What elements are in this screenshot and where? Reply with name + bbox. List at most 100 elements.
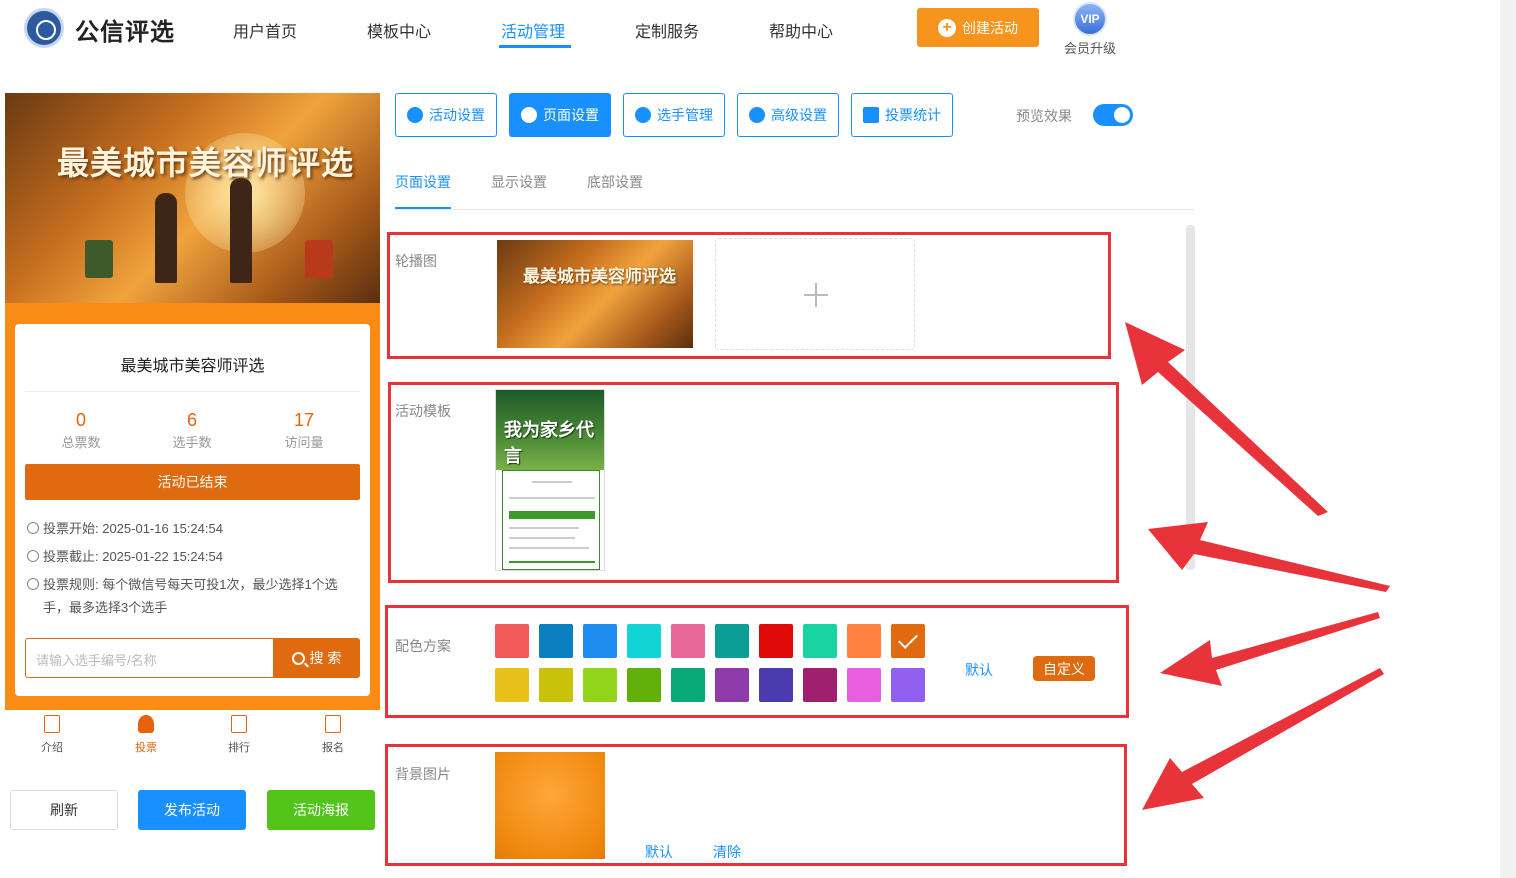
color-swatch[interactable] bbox=[715, 624, 749, 658]
tab-vote-statistics[interactable]: 投票统计 bbox=[851, 93, 953, 137]
search-button-label: 搜 索 bbox=[309, 650, 342, 666]
background-image[interactable] bbox=[495, 752, 605, 859]
vote-start-row: 投票开始: 2025-01-16 15:24:54 bbox=[27, 517, 223, 540]
vote-end-row: 投票截止: 2025-01-22 15:24:54 bbox=[27, 545, 223, 568]
tab-contestant-management[interactable]: 选手管理 bbox=[623, 93, 725, 137]
preview-effect-label: 预览效果 bbox=[1016, 108, 1072, 124]
contestant-search-input[interactable]: 请输入选手编号/名称 bbox=[25, 638, 275, 678]
check-icon bbox=[898, 629, 918, 649]
search-icon bbox=[291, 651, 305, 665]
contestants-value: 6 bbox=[186, 410, 197, 430]
color-swatch[interactable] bbox=[847, 668, 881, 702]
preview-effect-toggle[interactable] bbox=[1093, 104, 1133, 126]
total-votes-value: 0 bbox=[75, 410, 86, 430]
bar-chart-icon bbox=[863, 107, 879, 123]
subtab-active-indicator bbox=[395, 207, 451, 209]
search-button[interactable]: 搜 索 bbox=[273, 638, 360, 678]
nav-user-home[interactable]: 用户首页 bbox=[233, 18, 297, 42]
tab-signup-label: 报名 bbox=[322, 742, 344, 754]
color-swatch[interactable] bbox=[803, 668, 837, 702]
info-icon bbox=[27, 578, 39, 590]
template-label: 活动模板 bbox=[395, 403, 451, 419]
settings-scrollbar[interactable] bbox=[1186, 225, 1195, 570]
signup-icon bbox=[325, 715, 341, 733]
color-swatch[interactable] bbox=[539, 624, 573, 658]
subtab-page-settings[interactable]: 页面设置 bbox=[395, 172, 451, 192]
color-swatch[interactable] bbox=[715, 668, 749, 702]
color-swatch[interactable] bbox=[627, 624, 661, 658]
activity-poster-button[interactable]: 活动海报 bbox=[267, 790, 375, 830]
color-custom-button[interactable]: 自定义 bbox=[1033, 656, 1095, 681]
activity-title: 最美城市美容师评选 bbox=[120, 358, 265, 375]
page-scrollbar[interactable] bbox=[1500, 0, 1516, 878]
color-swatch[interactable] bbox=[495, 668, 529, 702]
star-icon bbox=[407, 107, 423, 123]
nav-help-center[interactable]: 帮助中心 bbox=[769, 18, 833, 42]
color-swatch[interactable] bbox=[583, 668, 617, 702]
users-icon bbox=[635, 107, 651, 123]
carousel-image[interactable]: 最美城市美容师评选 bbox=[497, 240, 693, 348]
ranking-icon bbox=[231, 715, 247, 733]
color-swatch[interactable] bbox=[583, 624, 617, 658]
color-swatch[interactable] bbox=[539, 668, 573, 702]
color-swatch[interactable] bbox=[759, 624, 793, 658]
background-default-link[interactable]: 默认 bbox=[645, 842, 673, 862]
vip-icon[interactable]: VIP bbox=[1073, 2, 1107, 36]
visits-label: 访问量 bbox=[284, 435, 324, 450]
tab-page-settings-label: 页面设置 bbox=[543, 107, 599, 123]
tab-advanced-settings[interactable]: 高级设置 bbox=[737, 93, 839, 137]
vote-rule-text: 投票规则: 每个微信号每天可投1次，最少选择1个选手，最多选择3个选手 bbox=[43, 577, 338, 615]
subtab-footer-settings[interactable]: 底部设置 bbox=[587, 172, 643, 192]
contestants-label: 选手数 bbox=[172, 435, 212, 450]
divider bbox=[25, 391, 360, 392]
color-default-link[interactable]: 默认 bbox=[965, 660, 993, 680]
add-carousel-button[interactable] bbox=[715, 238, 915, 350]
template-thumbnail[interactable]: 我为家乡代言 bbox=[495, 389, 605, 571]
member-upgrade-link[interactable]: 会员升级 bbox=[1064, 38, 1116, 57]
plus-icon: + bbox=[938, 18, 956, 37]
publish-activity-button[interactable]: 发布活动 bbox=[138, 790, 246, 830]
background-image-label: 背景图片 bbox=[395, 766, 451, 782]
vote-start-text: 投票开始: 2025-01-16 15:24:54 bbox=[43, 521, 223, 536]
color-swatch[interactable] bbox=[495, 624, 529, 658]
color-swatch[interactable] bbox=[891, 668, 925, 702]
refresh-button[interactable]: 刷新 bbox=[10, 790, 118, 830]
color-swatch[interactable] bbox=[759, 668, 793, 702]
tab-activity-settings[interactable]: 活动设置 bbox=[395, 93, 497, 137]
nav-activity-management[interactable]: 活动管理 bbox=[501, 18, 565, 42]
visits-value: 17 bbox=[293, 410, 315, 430]
tab-page-settings[interactable]: 页面设置 bbox=[509, 93, 611, 137]
clock-icon bbox=[27, 522, 39, 534]
subtab-display-settings[interactable]: 显示设置 bbox=[491, 172, 547, 192]
arrow-to-background bbox=[1142, 668, 1384, 810]
template-thumbnail-title: 我为家乡代言 bbox=[504, 420, 594, 466]
color-scheme-label: 配色方案 bbox=[395, 638, 451, 654]
nav-template-center[interactable]: 模板中心 bbox=[367, 18, 431, 42]
preview-banner-title: 最美城市美容师评选 bbox=[57, 145, 355, 181]
carousel-image-text: 最美城市美容师评选 bbox=[523, 267, 676, 286]
background-clear-link[interactable]: 清除 bbox=[713, 842, 741, 862]
color-swatch[interactable] bbox=[671, 668, 705, 702]
tab-ranking[interactable]: 排行 bbox=[209, 715, 269, 755]
tab-intro[interactable]: 介绍 bbox=[22, 715, 82, 755]
color-swatch[interactable] bbox=[891, 624, 925, 658]
arrow-to-carousel bbox=[1125, 322, 1328, 516]
color-swatch[interactable] bbox=[803, 624, 837, 658]
nav-custom-service[interactable]: 定制服务 bbox=[635, 18, 699, 42]
carousel-label: 轮播图 bbox=[395, 253, 437, 269]
vote-rule-row: 投票规则: 每个微信号每天可投1次，最少选择1个选手，最多选择3个选手 bbox=[27, 573, 357, 619]
create-activity-button[interactable]: + 创建活动 bbox=[917, 8, 1039, 47]
arrow-to-template bbox=[1148, 522, 1390, 592]
clock-icon bbox=[27, 550, 39, 562]
color-swatch[interactable] bbox=[627, 668, 661, 702]
tab-contestant-management-label: 选手管理 bbox=[657, 107, 713, 123]
color-swatch[interactable] bbox=[671, 624, 705, 658]
tab-signup[interactable]: 报名 bbox=[303, 715, 363, 755]
document-icon bbox=[44, 715, 60, 733]
tab-activity-settings-label: 活动设置 bbox=[429, 107, 485, 123]
activity-ended-button[interactable]: 活动已结束 bbox=[25, 464, 360, 500]
tab-advanced-settings-label: 高级设置 bbox=[771, 107, 827, 123]
total-votes-label: 总票数 bbox=[61, 435, 101, 450]
color-swatch[interactable] bbox=[847, 624, 881, 658]
tab-vote[interactable]: 投票 bbox=[116, 715, 176, 755]
